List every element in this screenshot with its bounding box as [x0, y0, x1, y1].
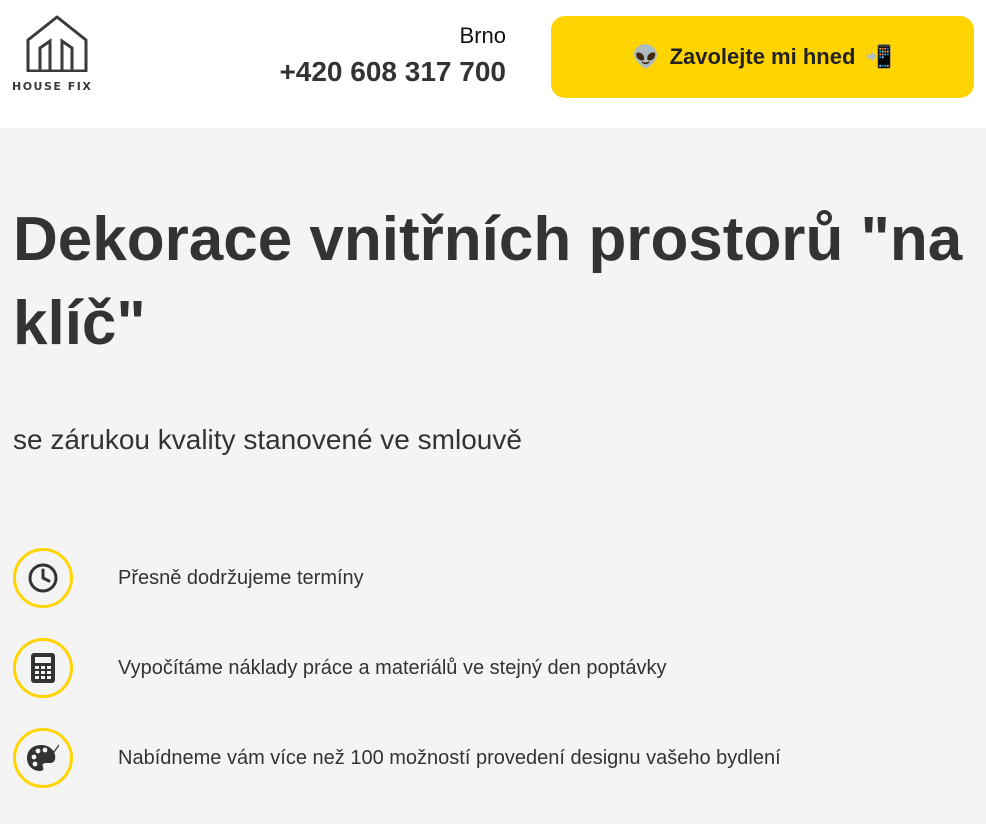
clock-icon: [28, 563, 58, 593]
feature-icon-circle: [13, 548, 73, 608]
feature-item: Nabídneme vám více než 100 možností prov…: [13, 728, 973, 788]
palette-icon: [27, 744, 59, 771]
feature-icon-circle: [13, 638, 73, 698]
feature-list: Přesně dodržujeme termíny Vypočítáme nák…: [13, 548, 973, 818]
site-header: HOUSE FIX Brno +420 608 317 700 👽 Zavole…: [0, 0, 986, 128]
feature-text: Nabídneme vám více než 100 možností prov…: [118, 747, 781, 769]
phone-link[interactable]: +420 608 317 700: [279, 56, 506, 88]
calculator-icon: [31, 653, 55, 683]
house-logo-icon: [26, 15, 88, 72]
city-label: Brno: [459, 23, 506, 48]
house-fix-logo[interactable]: HOUSE FIX: [12, 14, 102, 96]
alien-icon: 👽: [632, 44, 660, 69]
phone-call-icon: 📲: [865, 44, 893, 69]
call-me-button[interactable]: 👽 Zavolejte mi hned 📲: [551, 16, 974, 98]
feature-text: Přesně dodržujeme termíny: [118, 567, 364, 589]
hero-title: Dekorace vnitřních prostorů "na klíč": [13, 205, 963, 358]
feature-text: Vypočítáme náklady práce a materiálů ve …: [118, 657, 667, 679]
feature-icon-circle: [13, 728, 73, 788]
feature-item: Přesně dodržujeme termíny: [13, 548, 973, 608]
hero-subtitle: se zárukou kvality stanovené ve smlouvě: [13, 424, 522, 455]
call-me-label: Zavolejte mi hned: [669, 44, 856, 69]
logo-text: HOUSE FIX: [12, 80, 93, 93]
feature-item: Vypočítáme náklady práce a materiálů ve …: [13, 638, 973, 698]
